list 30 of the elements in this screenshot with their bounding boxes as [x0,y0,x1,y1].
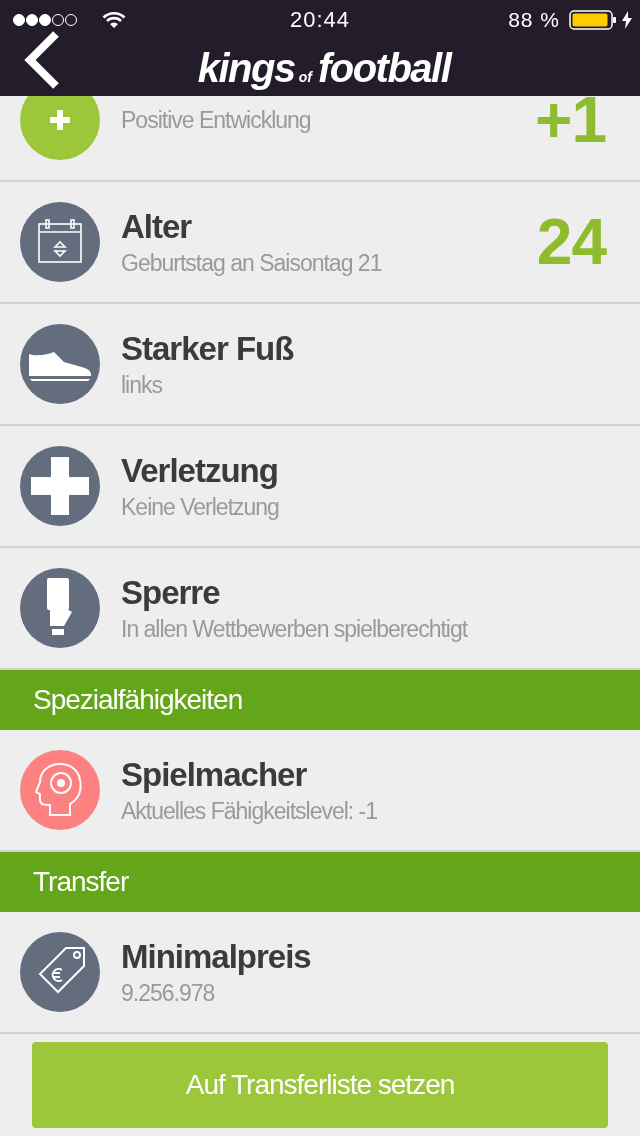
section-header: Transfer [0,852,640,912]
row-value: 24 [536,205,606,279]
row-title: Verletzung [121,451,279,490]
row-title: Sperre [121,573,221,612]
signal-icon [12,13,78,27]
row-subtitle: Keine Verletzung [121,493,280,521]
charging-icon [622,11,632,29]
row-subtitle: 9.256.978 [121,979,216,1007]
status-time: 20:44 [289,7,351,33]
row-value: +1 [535,96,606,157]
list-row[interactable]: Verletzung Keine Verletzung [0,426,640,548]
back-icon [22,30,62,90]
section-header: Spezialfähigkeiten [0,670,640,730]
battery-icon [569,10,617,30]
row-title: Starker Fuß [121,329,295,368]
row-subtitle: links [121,371,163,399]
list-row[interactable]: Alter Geburtstag an Saisontag 21 24 [0,182,640,304]
row-subtitle: Aktuelles Fähigkeitslevel: -1 [121,797,379,825]
row-subtitle: Geburtstag an Saisontag 21 [121,249,383,277]
back-button[interactable] [22,30,62,90]
wifi-icon [102,11,126,29]
list-row[interactable]: Minimalpreis 9.256.978 [0,912,640,1034]
row-title: Minimalpreis [121,937,312,976]
list-row[interactable]: Starker Fuß links [0,304,640,426]
app-logo: kings of football [197,45,451,91]
row-subtitle: In allen Wettbewerben spielberechtigt [121,615,469,643]
battery-percentage: 88 % [508,8,560,32]
row-title: Spielmacher [121,755,308,794]
row-title: Alter [121,207,193,246]
row-subtitle: Positive Entwicklung [121,106,312,134]
